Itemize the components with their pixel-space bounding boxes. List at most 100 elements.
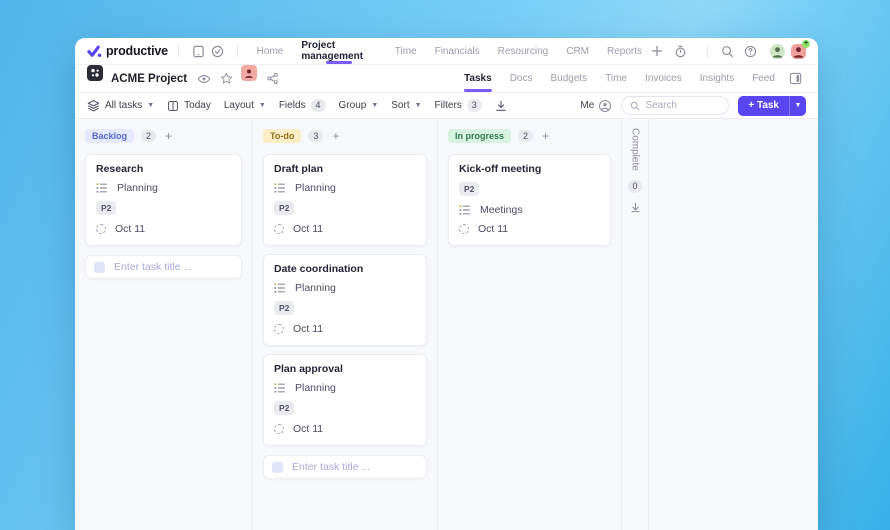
tab-docs[interactable]: Docs bbox=[501, 65, 542, 92]
nav-item-reports[interactable]: Reports bbox=[598, 38, 651, 64]
divider bbox=[707, 44, 709, 58]
status-pill-backlog[interactable]: Backlog bbox=[85, 128, 135, 144]
task-card-date-coordination[interactable]: Date coordination Planning P2 Oct 11 bbox=[263, 254, 427, 346]
project-header: ACME Project Tasks Docs Budgets Time Invoice… bbox=[75, 65, 818, 93]
tab-insights[interactable]: Insights bbox=[691, 65, 743, 92]
task-scope-dropdown[interactable]: All tasks ▼ bbox=[87, 99, 154, 112]
task-list-name: Planning bbox=[295, 282, 336, 294]
side-panel-icon[interactable] bbox=[784, 65, 806, 92]
task-card-plan-approval[interactable]: Plan approval Planning P2 Oct 11 bbox=[263, 354, 427, 446]
board-empty-area bbox=[649, 119, 818, 530]
add-task-icon[interactable]: + bbox=[165, 130, 172, 142]
project-member-avatar[interactable] bbox=[241, 65, 258, 81]
plus-icon[interactable] bbox=[651, 45, 671, 57]
task-list-name: Planning bbox=[295, 382, 336, 394]
due-date: Oct 11 bbox=[293, 223, 324, 235]
priority-row: P2 bbox=[274, 194, 416, 216]
fields-button[interactable]: Fields 4 bbox=[279, 99, 326, 112]
check-circle-icon[interactable] bbox=[208, 38, 227, 64]
add-task-input[interactable]: Enter task title ... bbox=[263, 455, 427, 479]
fields-count-badge: 4 bbox=[310, 99, 326, 112]
add-user-badge-icon: + bbox=[802, 39, 811, 48]
tab-feed[interactable]: Feed bbox=[743, 65, 784, 92]
star-icon[interactable] bbox=[215, 65, 237, 92]
tab-tasks[interactable]: Tasks bbox=[455, 65, 501, 92]
due-date: Oct 11 bbox=[293, 423, 324, 435]
current-user-avatar[interactable]: + bbox=[791, 39, 811, 59]
add-task-input[interactable]: Enter task title ... bbox=[85, 255, 242, 279]
task-card-kick-off-meeting[interactable]: Kick-off meeting P2 Meetings Oct 11 bbox=[448, 154, 611, 246]
group-dropdown[interactable]: Group ▼ bbox=[339, 100, 379, 111]
expand-column-icon[interactable] bbox=[630, 202, 641, 213]
today-button[interactable]: Today bbox=[167, 100, 211, 112]
task-card-research[interactable]: Research Planning P2 Oct 11 bbox=[85, 154, 242, 246]
tab-time[interactable]: Time bbox=[596, 65, 636, 92]
date-circle-icon bbox=[274, 324, 284, 334]
task-list-name: Planning bbox=[295, 182, 336, 194]
column-to-do: To-do 3 + Draft plan Planning P2 Oct 11 Date co… bbox=[253, 119, 438, 530]
stopwatch-icon[interactable] bbox=[674, 45, 694, 58]
project-title: ACME Project bbox=[111, 72, 188, 85]
divider bbox=[236, 44, 238, 58]
task-card-draft-plan[interactable]: Draft plan Planning P2 Oct 11 bbox=[263, 154, 427, 246]
project-avatar[interactable] bbox=[87, 65, 103, 81]
task-checkbox bbox=[272, 461, 283, 473]
column-backlog: Backlog 2 + Research Planning P2 Oct 11 Enter t… bbox=[75, 119, 253, 530]
help-icon[interactable] bbox=[744, 45, 764, 58]
task-title: Kick-off meeting bbox=[459, 163, 542, 175]
status-pill-in-progress[interactable]: In progress bbox=[448, 128, 512, 144]
watch-eye-icon[interactable] bbox=[193, 65, 215, 92]
nav-item-crm[interactable]: CRM bbox=[557, 38, 598, 64]
nav-item-financials[interactable]: Financials bbox=[426, 38, 489, 64]
task-list-icon bbox=[459, 205, 470, 215]
share-icon[interactable] bbox=[261, 65, 283, 92]
nav-item-home[interactable]: Home bbox=[248, 38, 293, 64]
app-window: productive Home Project management Time Fin… bbox=[75, 38, 818, 530]
add-task-icon[interactable]: + bbox=[332, 130, 339, 142]
task-checkbox bbox=[94, 261, 105, 273]
chevron-down-icon: ▼ bbox=[371, 102, 379, 109]
layout-dropdown[interactable]: Layout ▼ bbox=[224, 100, 266, 111]
priority-badge: P2 bbox=[274, 301, 295, 316]
nav-item-project-management[interactable]: Project management bbox=[292, 38, 385, 64]
column-header-in-progress: In progress 2 + bbox=[448, 126, 611, 146]
chevron-down-icon[interactable]: ▼ bbox=[790, 102, 806, 109]
chevron-down-icon: ▼ bbox=[258, 102, 266, 109]
me-filter-button[interactable]: Me bbox=[580, 99, 612, 113]
due-date: Oct 11 bbox=[478, 223, 509, 235]
task-list-name: Meetings bbox=[480, 204, 523, 216]
task-list-row: Planning bbox=[274, 182, 416, 194]
tab-invoices[interactable]: Invoices bbox=[636, 65, 691, 92]
filters-count-badge: 3 bbox=[466, 99, 482, 112]
nav-item-resourcing[interactable]: Resourcing bbox=[489, 38, 558, 64]
toolbar-right: Me + Task ▼ bbox=[580, 95, 806, 116]
task-title: Plan approval bbox=[274, 363, 343, 375]
new-task-button[interactable]: + Task ▼ bbox=[738, 95, 806, 116]
brand-mark-icon bbox=[87, 44, 102, 59]
search-input[interactable] bbox=[645, 100, 716, 111]
column-label: Complete bbox=[629, 128, 641, 171]
due-date-row: Oct 11 bbox=[459, 223, 600, 235]
due-date-row: Oct 11 bbox=[96, 223, 231, 235]
search-box[interactable] bbox=[621, 96, 730, 115]
devices-icon[interactable] bbox=[189, 38, 208, 64]
export-button[interactable] bbox=[495, 100, 507, 112]
task-list-icon bbox=[96, 183, 107, 193]
search-icon[interactable] bbox=[721, 45, 741, 58]
user-avatar[interactable] bbox=[770, 43, 786, 59]
task-list-row: Meetings bbox=[459, 204, 600, 216]
status-pill-to-do[interactable]: To-do bbox=[263, 128, 302, 144]
task-list-row: Planning bbox=[96, 182, 231, 194]
nav-item-time[interactable]: Time bbox=[386, 38, 426, 64]
priority-row: P2 bbox=[96, 194, 231, 216]
topbar-actions: + bbox=[651, 38, 811, 64]
priority-row: P2 bbox=[274, 294, 416, 316]
sort-dropdown[interactable]: Sort ▼ bbox=[391, 100, 421, 111]
filters-button[interactable]: Filters 3 bbox=[435, 99, 482, 112]
tab-budgets[interactable]: Budgets bbox=[541, 65, 596, 92]
add-task-placeholder: Enter task title ... bbox=[114, 261, 193, 273]
column-complete-collapsed[interactable]: Complete 0 bbox=[622, 119, 649, 530]
priority-badge: P2 bbox=[96, 201, 117, 216]
brand-logo[interactable]: productive bbox=[87, 38, 168, 64]
add-task-icon[interactable]: + bbox=[542, 130, 549, 142]
